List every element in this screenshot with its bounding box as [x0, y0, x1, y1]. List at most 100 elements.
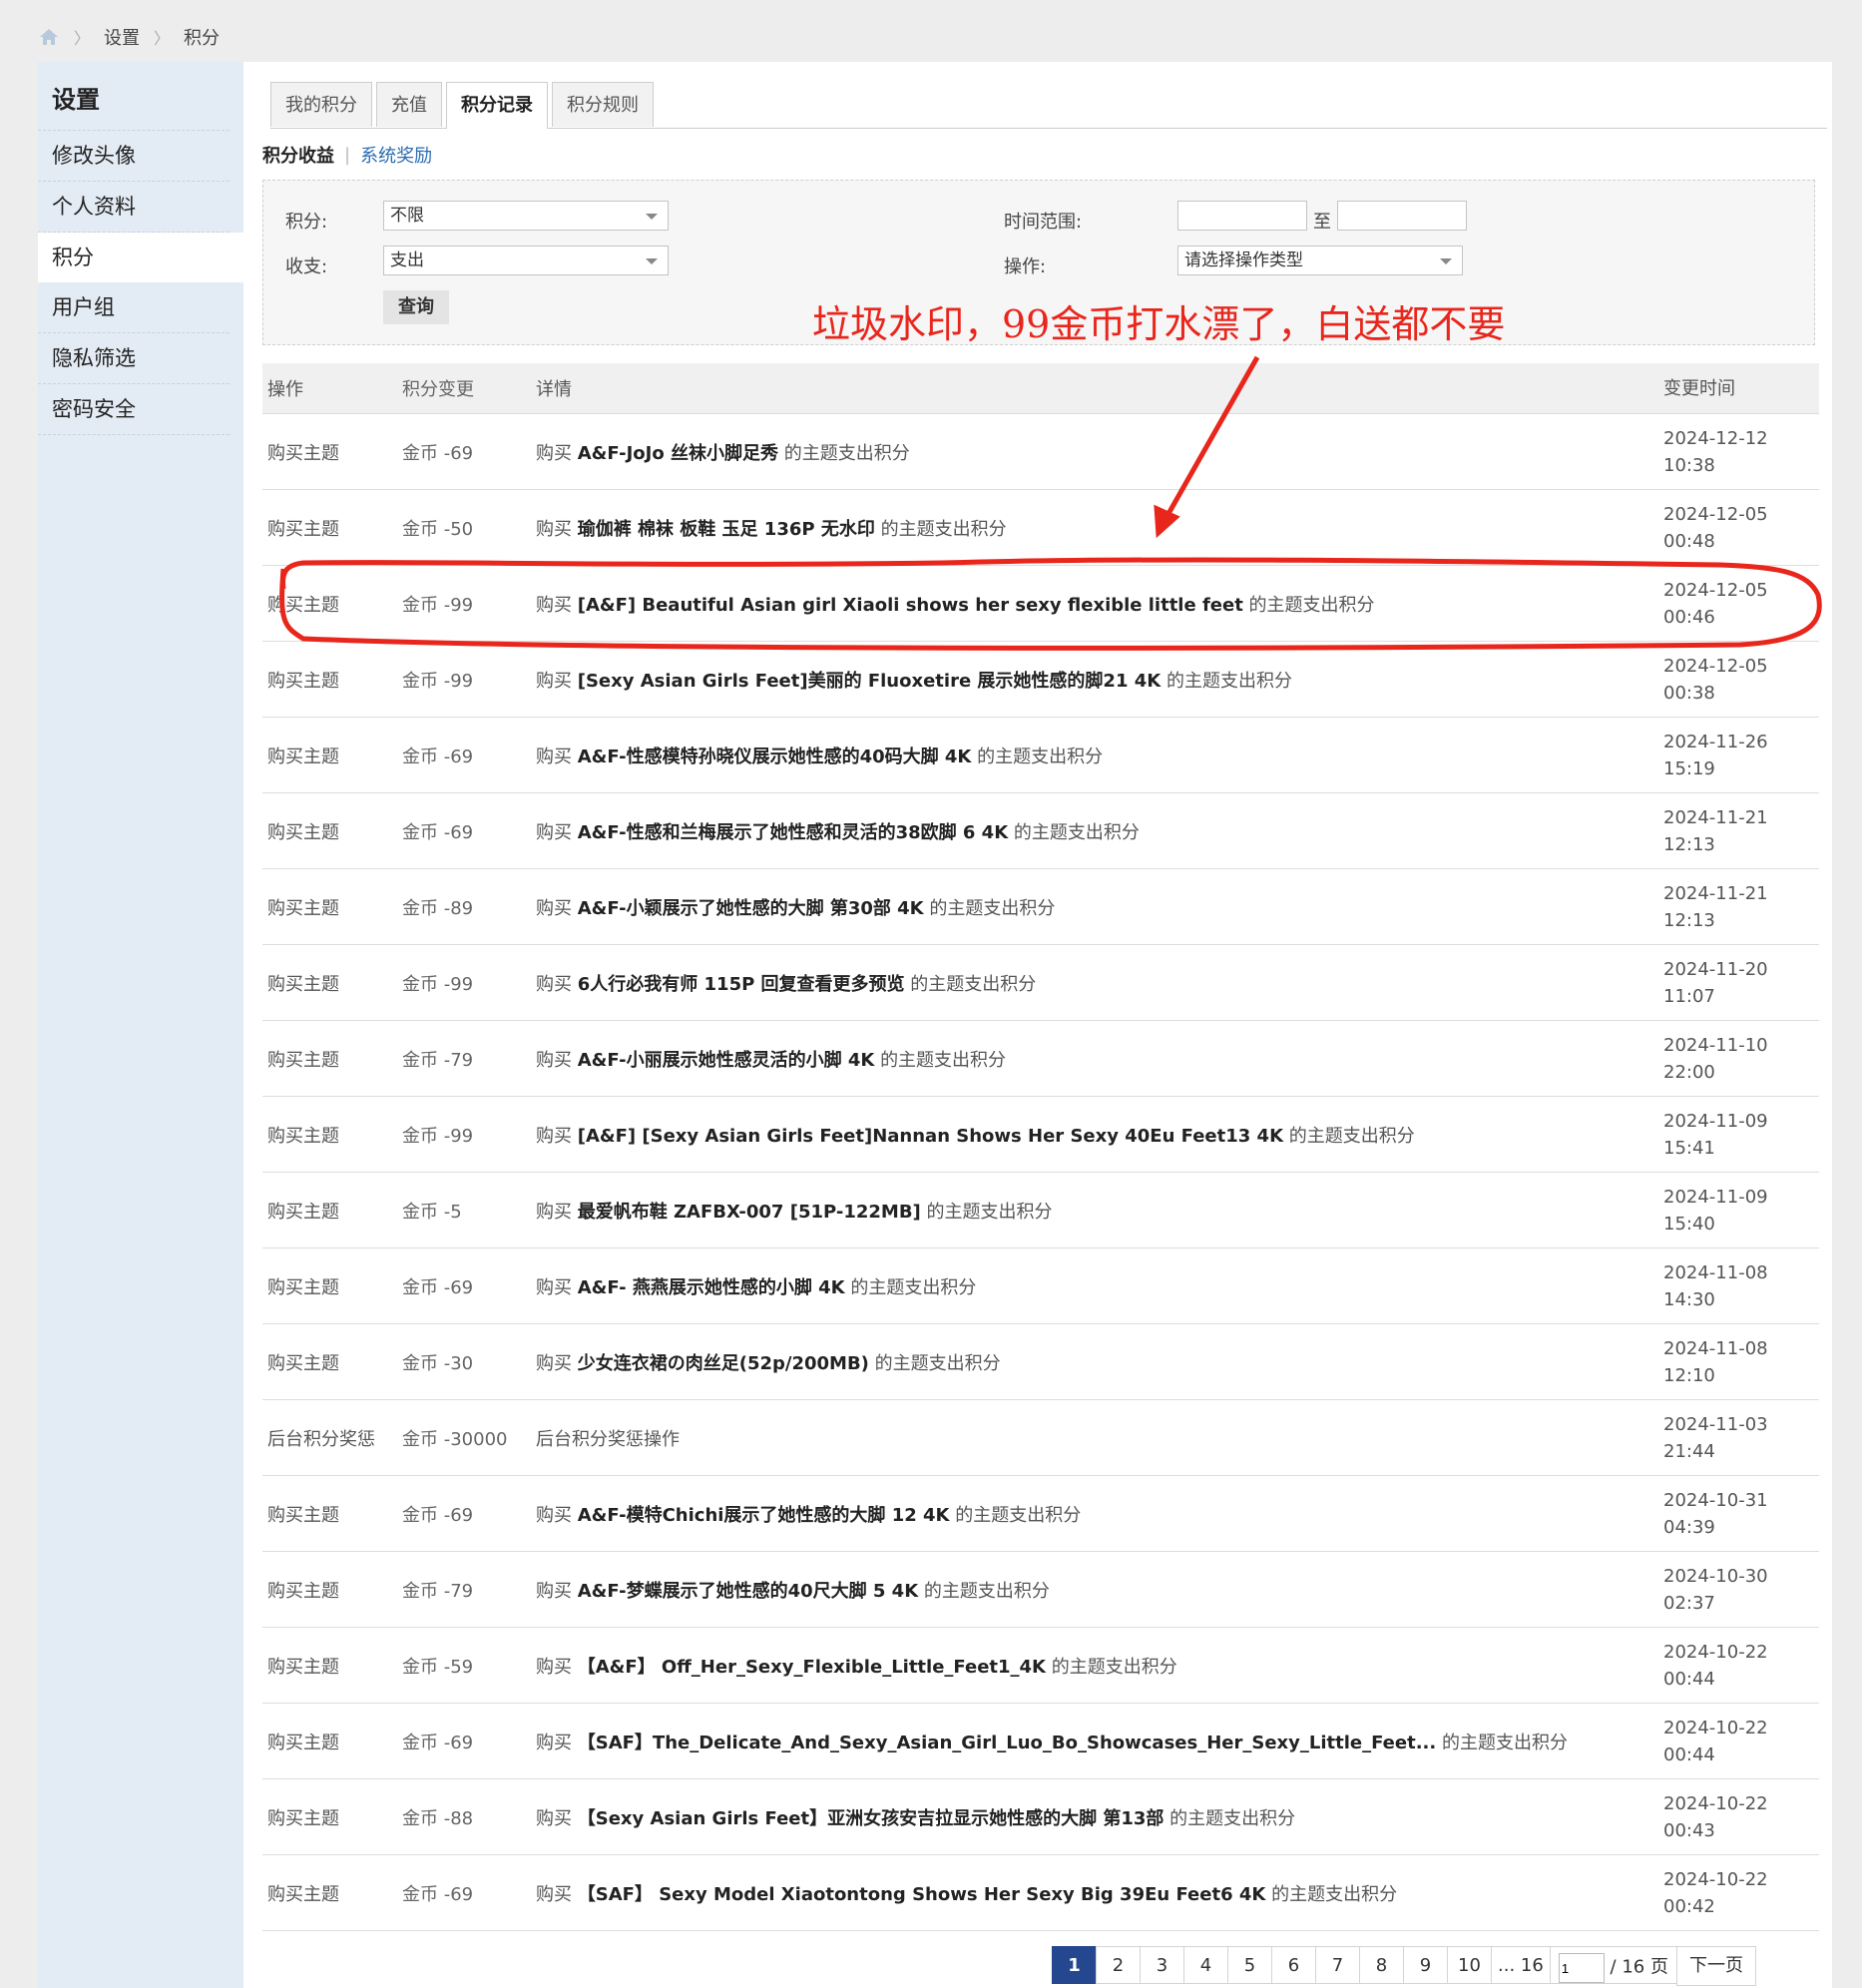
breadcrumb-item-settings[interactable]: 设置 [104, 24, 140, 50]
operation-select[interactable]: 请选择操作类型 [1177, 246, 1463, 275]
sidebar-item-privacy[interactable]: 隐私筛选 [38, 333, 230, 384]
page-link[interactable]: 6 [1271, 1946, 1315, 1984]
points-select[interactable]: 不限 [383, 201, 669, 231]
breadcrumb-item-points[interactable]: 积分 [184, 24, 220, 50]
row-time: 2024-11-09 15:41 [1659, 1108, 1819, 1162]
row-change: 金币 -69 [402, 746, 474, 767]
sidebar-item-usergroup[interactable]: 用户组 [38, 282, 230, 333]
page-link[interactable]: 3 [1140, 1946, 1183, 1984]
row-detail-suffix: 的主题支出积分 [926, 1201, 1053, 1223]
breadcrumb-separator: 〉 [74, 29, 91, 48]
home-icon[interactable] [38, 27, 60, 47]
row-detail-prefix: 购买 [536, 1732, 572, 1753]
next-page-button[interactable]: 下一页 [1675, 1946, 1756, 1986]
row-operation: 购买主题 [267, 1201, 339, 1223]
row-topic-link[interactable]: 【A&F】 Off_Her_Sexy_Flexible_Little_Feet1… [578, 1657, 1046, 1678]
sidebar-item-avatar[interactable]: 修改头像 [38, 131, 230, 182]
row-operation: 购买主题 [267, 821, 339, 843]
page-link[interactable]: 2 [1096, 1946, 1140, 1984]
chevron-down-icon [646, 214, 658, 220]
page-link[interactable]: 8 [1359, 1946, 1403, 1984]
row-detail-suffix: 的主题支出积分 [977, 746, 1104, 767]
row-topic-link[interactable]: 6人行必我有师 115P 回复查看更多预览 [578, 974, 905, 995]
row-clock: 00:42 [1663, 1895, 1715, 1917]
sidebar-item-points[interactable]: 积分 [38, 233, 243, 282]
header-detail: 详情 [536, 379, 572, 400]
page-link[interactable]: 9 [1403, 1946, 1447, 1984]
time-range-to: 至 [1313, 212, 1331, 233]
row-clock: 00:46 [1663, 606, 1715, 628]
direction-select-value: 支出 [390, 250, 424, 270]
annotation-text: 垃圾水印，99金币打水漂了，白送都不要 [812, 302, 1506, 346]
row-topic-link[interactable]: A&F-性感模特孙晓仪展示她性感的40码大脚 4K [578, 746, 972, 767]
row-operation: 购买主题 [267, 973, 339, 995]
time-start-input[interactable] [1177, 201, 1307, 231]
chevron-down-icon [1440, 258, 1452, 264]
row-clock: 14:30 [1663, 1288, 1715, 1310]
subnav-current[interactable]: 积分收益 [262, 142, 334, 168]
page-last[interactable]: ... 16 [1491, 1946, 1550, 1984]
tab-my-points[interactable]: 我的积分 [270, 82, 372, 127]
sidebar-item-security[interactable]: 密码安全 [38, 384, 230, 435]
row-topic-link[interactable]: [Sexy Asian Girls Feet]美丽的 Fluoxetire 展示… [578, 671, 1161, 692]
tab-recharge[interactable]: 充值 [376, 82, 442, 127]
row-topic-link[interactable]: 【SAF】 Sexy Model Xiaotontong Shows Her S… [578, 1884, 1266, 1905]
row-change: 金币 -69 [402, 442, 474, 464]
row-detail-prefix: 购买 [536, 518, 572, 540]
row-change: 金币 -69 [402, 1732, 474, 1753]
row-topic-link[interactable]: A&F-JoJo 丝袜小脚足秀 [578, 443, 778, 464]
row-time: 2024-10-22 00:44 [1659, 1639, 1819, 1693]
row-change: 金币 -69 [402, 1504, 474, 1526]
row-topic-link[interactable]: 【Sexy Asian Girls Feet】亚洲女孩安吉拉显示她性感的大脚 第… [578, 1808, 1164, 1829]
row-time: 2024-10-31 04:39 [1659, 1487, 1819, 1541]
subnav-system-reward-link[interactable]: 系统奖励 [360, 142, 432, 168]
header-change: 积分变更 [402, 379, 474, 400]
row-detail: 购买 【SAF】The_Delicate_And_Sexy_Asian_Girl… [528, 1729, 1659, 1754]
table-row: 购买主题 金币 -5 购买 最爱帆布鞋 ZAFBX-007 [51P-122MB] … [262, 1173, 1819, 1248]
row-clock: 10:38 [1663, 454, 1715, 476]
row-topic-link[interactable]: 瑜伽裤 棉袜 板鞋 玉足 136P 无水印 [578, 519, 875, 540]
row-detail-suffix: 的主题支出积分 [1165, 670, 1292, 692]
row-change: 金币 -99 [402, 670, 474, 692]
table-row: 购买主题 金币 -99 购买 6人行必我有师 115P 回复查看更多预览 的主题支出… [262, 945, 1819, 1021]
row-detail: 后台积分奖惩操作 [528, 1425, 1659, 1451]
table-row: 购买主题 金币 -88 购买 【Sexy Asian Girls Feet】亚洲女孩… [262, 1779, 1819, 1855]
row-topic-link[interactable]: A&F-性感和兰梅展示了她性感和灵活的38欧脚 6 4K [578, 822, 1008, 843]
row-date: 2024-10-22 [1663, 1641, 1768, 1663]
page-link[interactable]: 4 [1183, 1946, 1227, 1984]
page-link[interactable]: 10 [1447, 1946, 1491, 1984]
header-time: 变更时间 [1663, 377, 1735, 399]
page-link[interactable]: 5 [1227, 1946, 1271, 1984]
row-detail-suffix: 的主题支出积分 [1441, 1732, 1568, 1753]
row-detail: 购买 A&F- 燕燕展示她性感的小脚 4K 的主题支出积分 [528, 1273, 1659, 1299]
tab-points-log[interactable]: 积分记录 [446, 82, 548, 129]
row-topic-link[interactable]: A&F-小颖展示了她性感的大脚 第30部 4K [578, 898, 924, 919]
row-detail: 购买 6人行必我有师 115P 回复查看更多预览 的主题支出积分 [528, 970, 1659, 996]
row-time: 2024-11-26 15:19 [1659, 729, 1819, 782]
table-row: 购买主题 金币 -99 购买 [A&F] Beautiful Asian girl … [262, 566, 1819, 642]
page-jump-input[interactable] [1558, 1953, 1605, 1983]
row-topic-link[interactable]: A&F-梦蝶展示了她性感的40尺大脚 5 4K [578, 1581, 918, 1602]
row-date: 2024-10-22 [1663, 1868, 1768, 1890]
tab-points-rules[interactable]: 积分规则 [552, 82, 654, 127]
row-topic-link[interactable]: 最爱帆布鞋 ZAFBX-007 [51P-122MB] [578, 1202, 921, 1223]
row-change: 金币 -5 [402, 1201, 462, 1223]
row-detail-suffix: 的主题支出积分 [1248, 594, 1375, 616]
direction-select[interactable]: 支出 [383, 246, 669, 275]
row-change: 金币 -59 [402, 1656, 474, 1678]
table-row: 购买主题 金币 -99 购买 [A&F] [Sexy Asian Girls Fee… [262, 1097, 1819, 1173]
page-link[interactable]: 7 [1315, 1946, 1359, 1984]
row-topic-link[interactable]: A&F-模特Chichi展示了她性感的大脚 12 4K [578, 1505, 950, 1526]
page-current[interactable]: 1 [1052, 1946, 1096, 1984]
time-end-input[interactable] [1337, 201, 1467, 231]
sidebar-item-profile[interactable]: 个人资料 [38, 182, 230, 233]
row-topic-link[interactable]: [A&F] Beautiful Asian girl Xiaoli shows … [578, 595, 1243, 616]
query-button[interactable]: 查询 [383, 290, 449, 324]
row-topic-link[interactable]: [A&F] [Sexy Asian Girls Feet]Nannan Show… [578, 1126, 1283, 1147]
row-topic-link[interactable]: A&F-小丽展示她性感灵活的小脚 4K [578, 1050, 875, 1071]
row-clock: 00:38 [1663, 682, 1715, 704]
chevron-down-icon [646, 258, 658, 264]
row-topic-link[interactable]: 【SAF】The_Delicate_And_Sexy_Asian_Girl_Lu… [578, 1733, 1436, 1753]
row-topic-link[interactable]: A&F- 燕燕展示她性感的小脚 4K [578, 1277, 845, 1298]
row-topic-link[interactable]: 少女连衣裙の肉丝足(52p/200MB) [578, 1353, 869, 1374]
